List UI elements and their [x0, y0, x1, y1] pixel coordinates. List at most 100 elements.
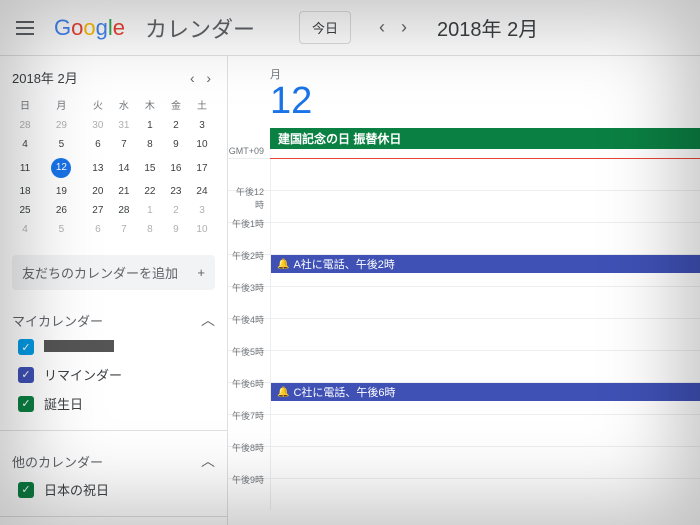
- checkbox-icon[interactable]: ✓: [18, 396, 34, 412]
- today-button[interactable]: 今日: [299, 11, 351, 44]
- mini-calendar[interactable]: 日月火水木金土 28293031123456789101112131415161…: [12, 93, 215, 239]
- hour-cell[interactable]: 🔔C社に電話、午後6時: [270, 383, 700, 414]
- mini-cal-day[interactable]: 24: [189, 182, 215, 201]
- chevron-up-icon: ︿: [201, 451, 215, 471]
- app-header: Google カレンダー 今日 ‹ › 2018年 2月: [0, 0, 700, 56]
- calendar-label: [44, 340, 114, 355]
- mini-cal-day[interactable]: 31: [111, 116, 137, 135]
- hour-cell[interactable]: [270, 447, 700, 478]
- calendar-event[interactable]: 🔔C社に電話、午後6時: [271, 383, 700, 401]
- hour-label: 午後12時: [228, 185, 270, 216]
- mini-prev-icon[interactable]: ‹: [186, 68, 199, 88]
- mini-cal-day[interactable]: 6: [85, 135, 111, 154]
- calendar-event[interactable]: 🔔A社に電話、午後2時: [271, 255, 700, 273]
- hour-cell[interactable]: [270, 319, 700, 350]
- prev-icon[interactable]: ‹: [375, 13, 389, 42]
- hour-cell[interactable]: [270, 287, 700, 318]
- calendar-item[interactable]: ✓: [12, 334, 215, 360]
- mini-cal-day[interactable]: 18: [12, 182, 38, 201]
- mini-cal-day[interactable]: 29: [38, 116, 85, 135]
- mini-cal-day[interactable]: 15: [137, 154, 163, 182]
- mini-cal-day[interactable]: 14: [111, 154, 137, 182]
- app-name: カレンダー: [145, 12, 255, 44]
- hour-label: 午後8時: [228, 441, 270, 472]
- mini-cal-day[interactable]: 3: [189, 201, 215, 220]
- mini-cal-day[interactable]: 6: [85, 220, 111, 239]
- menu-icon[interactable]: [16, 16, 40, 40]
- hour-label: 午後4時: [228, 313, 270, 344]
- mini-cal-day[interactable]: 12: [38, 154, 85, 182]
- mini-cal-day[interactable]: 8: [137, 135, 163, 154]
- mini-cal-day[interactable]: 16: [163, 154, 189, 182]
- nav-arrows: ‹ ›: [375, 13, 411, 42]
- hour-label: [228, 153, 270, 184]
- mini-cal-day[interactable]: 11: [12, 154, 38, 182]
- mini-cal-day[interactable]: 17: [189, 154, 215, 182]
- hour-cell[interactable]: [270, 415, 700, 446]
- hour-cell[interactable]: [270, 479, 700, 510]
- timezone-label: GMT+09: [228, 128, 270, 156]
- plus-icon[interactable]: +: [197, 265, 205, 280]
- hour-label: 午後9時: [228, 473, 270, 504]
- mini-cal-day[interactable]: 7: [111, 135, 137, 154]
- hour-label: 午後2時: [228, 249, 270, 280]
- hour-cell[interactable]: [270, 191, 700, 222]
- mini-cal-day[interactable]: 7: [111, 220, 137, 239]
- mini-cal-day[interactable]: 13: [85, 154, 111, 182]
- calendar-item[interactable]: ✓ リマインダー: [12, 360, 215, 389]
- google-logo: Google: [54, 15, 125, 41]
- mini-cal-day[interactable]: 4: [12, 135, 38, 154]
- mini-cal-day[interactable]: 9: [163, 220, 189, 239]
- mini-cal-day[interactable]: 30: [85, 116, 111, 135]
- mini-next-icon[interactable]: ›: [202, 68, 215, 88]
- hour-cell[interactable]: [270, 223, 700, 254]
- allday-event[interactable]: 建国記念の日 振替休日: [270, 128, 700, 149]
- checkbox-icon[interactable]: ✓: [18, 339, 34, 355]
- add-friend-label: 友だちのカレンダーを追加: [22, 263, 178, 282]
- next-icon[interactable]: ›: [397, 13, 411, 42]
- checkbox-icon[interactable]: ✓: [18, 482, 34, 498]
- mini-cal-day[interactable]: 28: [12, 116, 38, 135]
- add-friend-calendar[interactable]: 友だちのカレンダーを追加 +: [12, 255, 215, 290]
- mini-cal-day[interactable]: 19: [38, 182, 85, 201]
- day-view: 月 12 GMT+09 建国記念の日 振替休日 午後12時午後1時午後2時🔔A社…: [228, 56, 700, 525]
- mini-cal-day[interactable]: 1: [137, 201, 163, 220]
- mini-cal-day[interactable]: 5: [38, 135, 85, 154]
- hour-label: 午後3時: [228, 281, 270, 312]
- mini-cal-day[interactable]: 27: [85, 201, 111, 220]
- day-of-week: 月: [270, 66, 700, 82]
- other-calendars-header[interactable]: 他のカレンダー ︿: [12, 447, 215, 475]
- mini-cal-day[interactable]: 22: [137, 182, 163, 201]
- calendar-label: 誕生日: [44, 394, 83, 413]
- mini-cal-day[interactable]: 20: [85, 182, 111, 201]
- sidebar: 2018年 2月 ‹ › 日月火水木金土 2829303112345678910…: [0, 56, 228, 525]
- mini-cal-day[interactable]: 3: [189, 116, 215, 135]
- mini-cal-day[interactable]: 4: [12, 220, 38, 239]
- mini-cal-day[interactable]: 10: [189, 135, 215, 154]
- hour-cell[interactable]: [270, 351, 700, 382]
- mini-cal-day[interactable]: 9: [163, 135, 189, 154]
- mini-cal-day[interactable]: 23: [163, 182, 189, 201]
- hour-label: 午後1時: [228, 217, 270, 248]
- hour-cell[interactable]: 🔔A社に電話、午後2時: [270, 255, 700, 286]
- calendar-item[interactable]: ✓日本の祝日: [12, 475, 215, 504]
- my-calendars-header[interactable]: マイカレンダー ︿: [12, 306, 215, 334]
- mini-cal-day[interactable]: 21: [111, 182, 137, 201]
- mini-cal-day[interactable]: 5: [38, 220, 85, 239]
- mini-cal-day[interactable]: 25: [12, 201, 38, 220]
- checkbox-icon[interactable]: ✓: [18, 367, 34, 383]
- chevron-up-icon: ︿: [201, 310, 215, 330]
- bell-icon: 🔔: [277, 387, 289, 398]
- calendar-label: リマインダー: [44, 365, 122, 384]
- hour-cell[interactable]: [270, 159, 700, 190]
- mini-cal-day[interactable]: 10: [189, 220, 215, 239]
- mini-cal-day[interactable]: 1: [137, 116, 163, 135]
- mini-cal-day[interactable]: 26: [38, 201, 85, 220]
- mini-cal-day[interactable]: 2: [163, 116, 189, 135]
- calendar-item[interactable]: ✓ 誕生日: [12, 389, 215, 418]
- mini-cal-day[interactable]: 2: [163, 201, 189, 220]
- mini-cal-title: 2018年 2月: [12, 68, 78, 87]
- mini-cal-day[interactable]: 8: [137, 220, 163, 239]
- hour-label: 午後6時: [228, 377, 270, 408]
- mini-cal-day[interactable]: 28: [111, 201, 137, 220]
